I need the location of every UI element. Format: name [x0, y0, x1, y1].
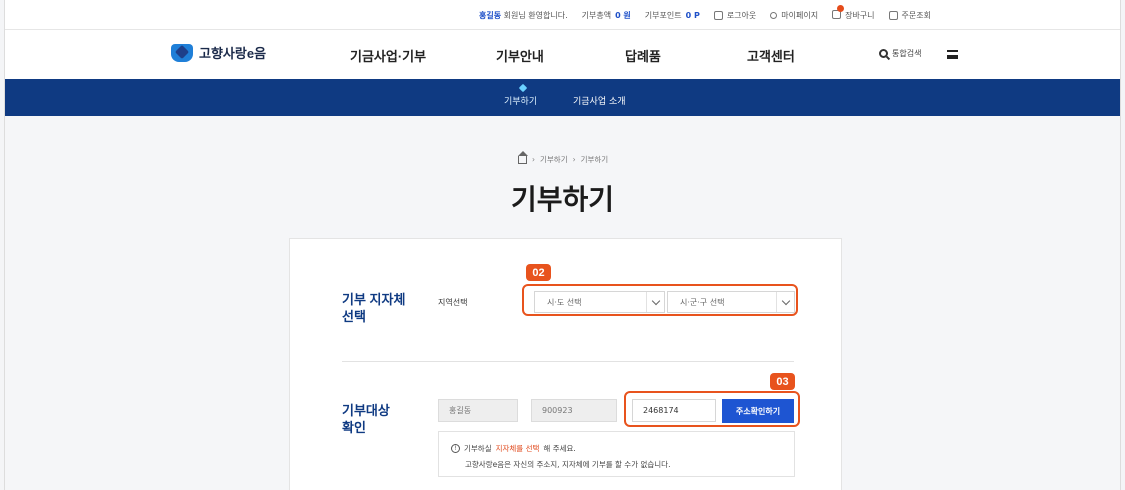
search-button[interactable]: 통합검색 — [879, 48, 921, 59]
name-field: 홍길동 — [438, 399, 518, 422]
target-section-label: 기부대상 확인 — [342, 402, 390, 436]
search-icon — [879, 49, 888, 58]
notice-box: ! 기부하실 지자체를 선택 해 주세요. 고향사랑e음은 자신의 주소지, 지자… — [438, 431, 795, 477]
section-divider — [342, 361, 794, 362]
region-field-label: 지역선택 — [438, 298, 468, 307]
logo-icon — [171, 43, 193, 62]
callout-badge-02: 02 — [526, 264, 551, 281]
cart-badge — [837, 5, 845, 12]
mypage-link[interactable]: 마이페이지 — [770, 10, 818, 21]
region-section-label-line2: 선택 — [342, 309, 366, 324]
birth-field: 900923 — [531, 399, 617, 422]
donation-form-card: 기부 지자체 선택 지역선택 시·도 선택 시·군·구 선택 기부대상 확인 홍… — [289, 238, 842, 490]
breadcrumb-item[interactable]: 기부하기 — [540, 154, 568, 165]
main-nav: 고향사랑e음 기금사업·기부 기부안내 답례품 고객센터 통합검색 — [5, 30, 1120, 79]
sub-nav: 기부하기 기금사업 소개 — [5, 79, 1120, 116]
donation-point-label: 기부포인트 — [644, 11, 682, 20]
donation-total: 기부총액 0 원 — [582, 10, 631, 21]
heart-icon — [518, 83, 528, 93]
welcome-text: 홍길동 회원님 환영합니다. — [479, 10, 568, 21]
donation-total-value: 0 원 — [615, 11, 631, 20]
person-icon — [770, 12, 778, 19]
target-section-label-line2: 확인 — [342, 420, 366, 435]
hamburger-menu-icon[interactable] — [947, 50, 958, 59]
tab-fund-intro[interactable]: 기금사업 소개 — [573, 94, 626, 107]
home-icon[interactable] — [518, 150, 528, 164]
info-icon: ! — [451, 444, 460, 453]
callout-badge-03: 03 — [770, 373, 795, 390]
site-logo[interactable]: 고향사랑e음 — [171, 43, 266, 62]
cart-label: 장바구니 — [845, 11, 875, 20]
menu-fund-donation[interactable]: 기금사업·기부 — [350, 46, 426, 65]
callout-box-02 — [522, 284, 798, 316]
search-label: 통합검색 — [892, 49, 922, 58]
notice-highlight: 지자체를 선택 — [495, 444, 540, 453]
orders-link[interactable]: 주문조회 — [888, 10, 931, 21]
orders-label: 주문조회 — [901, 11, 931, 20]
tab-donate[interactable]: 기부하기 — [504, 94, 537, 107]
notice-line2: 고향사랑e음은 자신의 주소지, 지자체에 기부를 할 수가 없습니다. — [465, 460, 671, 469]
page-frame: 홍길동 회원님 환영합니다. 기부총액 0 원 기부포인트 0 P 로그아웃 마… — [4, 0, 1121, 490]
logout-icon — [713, 11, 723, 20]
donation-point-value: 0 P — [685, 11, 700, 20]
greeting-text: 회원님 환영합니다. — [503, 11, 568, 20]
callout-box-03 — [624, 391, 800, 427]
page-title: 기부하기 — [510, 184, 615, 215]
logo-text: 고향사랑e음 — [199, 46, 267, 61]
notice-line1: ! 기부하실 지자체를 선택 해 주세요. — [451, 443, 576, 454]
breadcrumb-item[interactable]: 기부하기 — [581, 154, 609, 165]
menu-gifts[interactable]: 답례품 — [625, 46, 661, 65]
notice-post: 해 주세요. — [543, 444, 576, 453]
user-name: 홍길동 — [479, 11, 502, 20]
logout-link[interactable]: 로그아웃 — [713, 10, 757, 21]
region-section-label: 기부 지자체 선택 — [342, 291, 405, 325]
truck-icon — [888, 11, 898, 20]
donation-point: 기부포인트 0 P — [645, 10, 700, 21]
menu-customer-center[interactable]: 고객센터 — [747, 46, 795, 65]
utility-bar: 홍길동 회원님 환영합니다. 기부총액 0 원 기부포인트 0 P 로그아웃 마… — [5, 0, 1120, 30]
target-section-label-line1: 기부대상 — [342, 403, 390, 418]
menu-donation-guide[interactable]: 기부안내 — [496, 46, 544, 65]
region-section-label-line1: 기부 지자체 — [342, 292, 406, 307]
logout-label: 로그아웃 — [726, 11, 757, 20]
notice-pre: 기부하실 — [464, 444, 492, 453]
cart-icon — [832, 5, 845, 21]
mypage-label: 마이페이지 — [781, 11, 819, 20]
donation-total-label: 기부총액 — [581, 11, 612, 20]
cart-link[interactable]: 장바구니 — [832, 5, 875, 21]
breadcrumb: › 기부하기 › 기부하기 — [518, 150, 609, 165]
